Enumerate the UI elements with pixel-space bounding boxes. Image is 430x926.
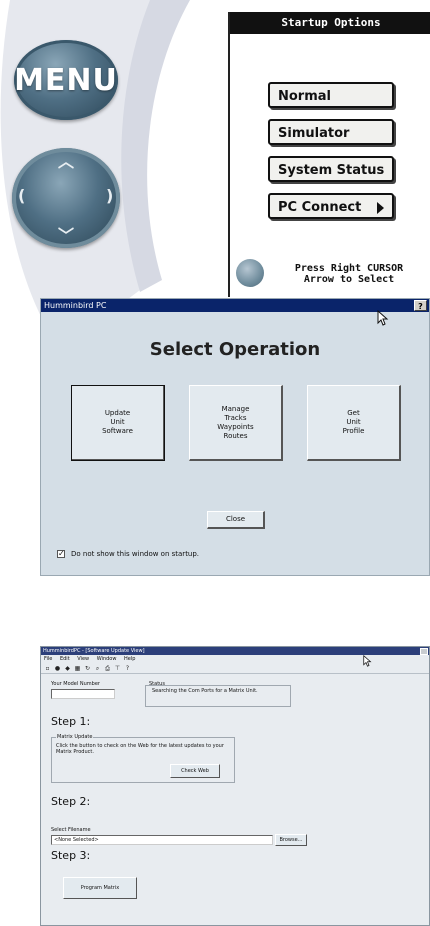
dialog-heading: Select Operation (149, 339, 321, 360)
browse-button[interactable]: Browse... (275, 834, 307, 846)
menu-window[interactable]: Window (97, 656, 117, 662)
device-screen: Startup Options Normal Simulator System … (228, 12, 430, 297)
button-label: Manage Tracks Waypoints Routes (217, 404, 254, 440)
check-web-button[interactable]: Check Web (170, 764, 220, 778)
software-update-window: HumminbirdPC - [Software Update View] Fi… (40, 646, 430, 926)
screen-title: Startup Options (230, 12, 430, 34)
model-number-label: Your Model Number (51, 681, 100, 687)
program-matrix-button[interactable]: Program Matrix (63, 877, 137, 899)
select-hint: Press Right CURSOR Arrow to Select (268, 263, 430, 285)
window-control-icon[interactable] (420, 648, 428, 655)
select-operation-dialog: Humminbird PC ? Select Operation Update … (40, 298, 430, 576)
step1-heading: Step 1: (51, 715, 91, 728)
option-label: Normal (278, 89, 331, 104)
device-panel: MENU ︿ ﹀ ( ) Startup Options Normal Simu… (0, 0, 430, 350)
step3-heading: Step 3: (51, 849, 91, 862)
option-normal[interactable]: Normal (268, 82, 394, 108)
print-icon[interactable]: ⎙ (104, 665, 111, 672)
mouse-pointer-icon (363, 655, 372, 667)
startup-checkbox-row[interactable]: ✓ Do not show this window on startup. (57, 550, 199, 558)
up-arrow-icon[interactable]: ︿ (58, 154, 74, 170)
down-arrow-icon[interactable]: ﹀ (58, 228, 74, 244)
right-triangle-icon (377, 202, 384, 214)
menu-button-label: MENU (14, 62, 118, 98)
get-unit-profile-button[interactable]: Get Unit Profile (307, 385, 401, 461)
status-box: Searching the Com Ports for a Matrix Uni… (145, 685, 291, 707)
app-title-bar: HumminbirdPC - [Software Update View] (41, 647, 429, 655)
close-button[interactable]: Close (207, 511, 265, 529)
startup-checkbox[interactable]: ✓ (57, 550, 65, 558)
new-file-icon[interactable]: ▫ (44, 665, 51, 672)
help-button[interactable]: ? (414, 300, 427, 311)
hint-line-2: Arrow to Select (303, 274, 395, 285)
step2-heading: Step 2: (51, 795, 91, 808)
option-system-status[interactable]: System Status (268, 156, 394, 182)
mouse-pointer-icon (377, 310, 389, 326)
menu-help[interactable]: Help (124, 656, 135, 662)
app-title: HumminbirdPC - [Software Update View] (43, 648, 145, 654)
option-label: System Status (278, 163, 385, 178)
menu-view[interactable]: View (77, 656, 89, 662)
cursor-pad-icon (236, 259, 264, 287)
refresh-icon[interactable]: ↻ (84, 665, 91, 672)
model-number-field (51, 689, 115, 699)
menu-edit[interactable]: Edit (60, 656, 70, 662)
cursor-dpad[interactable]: ︿ ﹀ ( ) (12, 148, 120, 248)
select-filename-label: Select Filename (51, 827, 91, 833)
hint-line-1: Press Right CURSOR (294, 263, 404, 274)
update-unit-software-button[interactable]: Update Unit Software (71, 385, 165, 461)
shield-icon[interactable]: ◆ (64, 665, 71, 672)
left-arrow-icon[interactable]: ( (18, 188, 25, 204)
option-pc-connect[interactable]: PC Connect (268, 193, 394, 219)
status-text: Searching the Com Ports for a Matrix Uni… (152, 688, 258, 694)
option-label: PC Connect (278, 200, 362, 215)
matrix-update-legend: Matrix Update (56, 734, 94, 740)
pin-icon[interactable]: ⊤ (114, 665, 121, 672)
menu-file[interactable]: File (44, 656, 52, 662)
option-label: Simulator (278, 126, 350, 141)
right-arrow-icon[interactable]: ) (106, 188, 113, 204)
record-icon[interactable]: ● (54, 665, 61, 672)
zoom-icon[interactable]: ⌕ (94, 665, 101, 672)
grid-icon[interactable]: ▦ (74, 665, 81, 672)
menu-button[interactable]: MENU (14, 40, 118, 120)
help-icon[interactable]: ? (124, 665, 131, 672)
button-label: Get Unit Profile (342, 409, 365, 435)
option-simulator[interactable]: Simulator (268, 119, 394, 145)
startup-checkbox-label: Do not show this window on startup. (71, 550, 200, 558)
manage-tracks-button[interactable]: Manage Tracks Waypoints Routes (189, 385, 283, 461)
button-label: Update Unit Software (102, 409, 133, 435)
matrix-update-text: Click the button to check on the Web for… (56, 743, 224, 755)
dialog-title-bar: Humminbird PC ? (41, 299, 429, 312)
filename-field[interactable]: <None Selected> (51, 835, 273, 845)
matrix-update-group: Matrix Update Click the button to check … (51, 734, 235, 783)
dialog-title: Humminbird PC (44, 301, 107, 310)
